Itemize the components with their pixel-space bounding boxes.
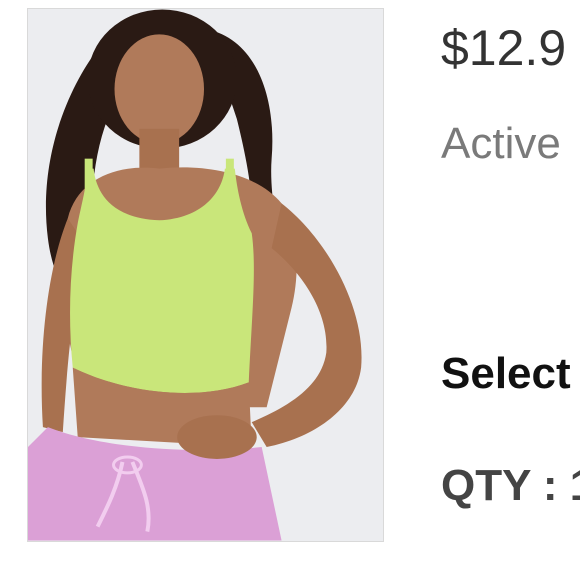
product-photo-illustration	[28, 9, 383, 541]
product-category: Active	[441, 119, 561, 168]
product-detail-view: $12.9 Active Select QTY : 1	[0, 0, 580, 580]
price: $12.9	[441, 20, 567, 76]
product-image[interactable]	[27, 8, 384, 542]
select-size-label[interactable]: Select	[441, 346, 571, 402]
quantity-label[interactable]: QTY : 1	[441, 458, 580, 514]
